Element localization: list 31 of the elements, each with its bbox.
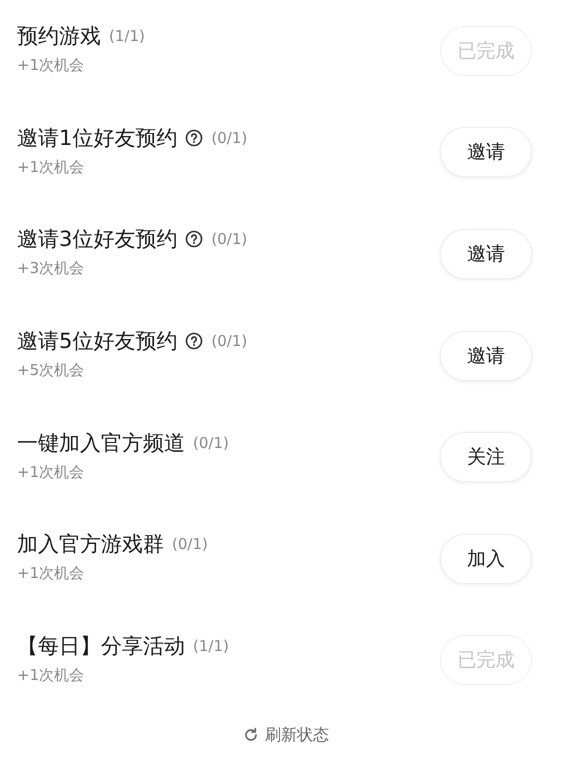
task-reward: +1次机会 [17, 56, 86, 76]
task-reward: +1次机会 [17, 666, 86, 685]
task-title: 邀请5位好友预约 [17, 328, 178, 356]
help-icon[interactable] [185, 128, 204, 147]
task-reward: +3次机会 [17, 259, 86, 278]
task-reward: +5次机会 [17, 361, 86, 380]
task-title: 邀请1位好友预约 [17, 124, 178, 152]
action-button[interactable]: 加入 [440, 534, 532, 584]
help-icon[interactable] [185, 230, 204, 248]
task-title: 加入官方游戏群 [17, 531, 164, 558]
help-icon[interactable] [185, 332, 204, 350]
action-button[interactable]: 邀请 [440, 330, 532, 381]
task-progress: (0/1) [211, 332, 248, 350]
task-reward: +1次机会 [17, 564, 86, 584]
task-progress: (0/1) [211, 128, 248, 147]
task-title: 【每日】分享活动 [17, 632, 185, 660]
task-title: 邀请3位好友预约 [17, 226, 178, 254]
refresh-icon [243, 727, 259, 744]
task-title: 预约游戏 [17, 23, 101, 50]
task-progress: (1/1) [109, 27, 145, 46]
action-button[interactable]: 关注 [440, 432, 532, 482]
task-progress: (1/1) [193, 636, 229, 655]
task-reward: +1次机会 [17, 158, 86, 177]
task-title: 一键加入官方频道 [17, 430, 185, 457]
task-reward: +1次机会 [17, 462, 86, 482]
refresh-button[interactable]: 刷新状态 [243, 724, 329, 746]
action-button[interactable]: 邀请 [440, 127, 532, 178]
task-progress: (0/1) [193, 434, 229, 452]
action-button[interactable]: 邀请 [440, 228, 532, 279]
task-progress: (0/1) [172, 535, 208, 554]
task-progress: (0/1) [211, 230, 248, 248]
